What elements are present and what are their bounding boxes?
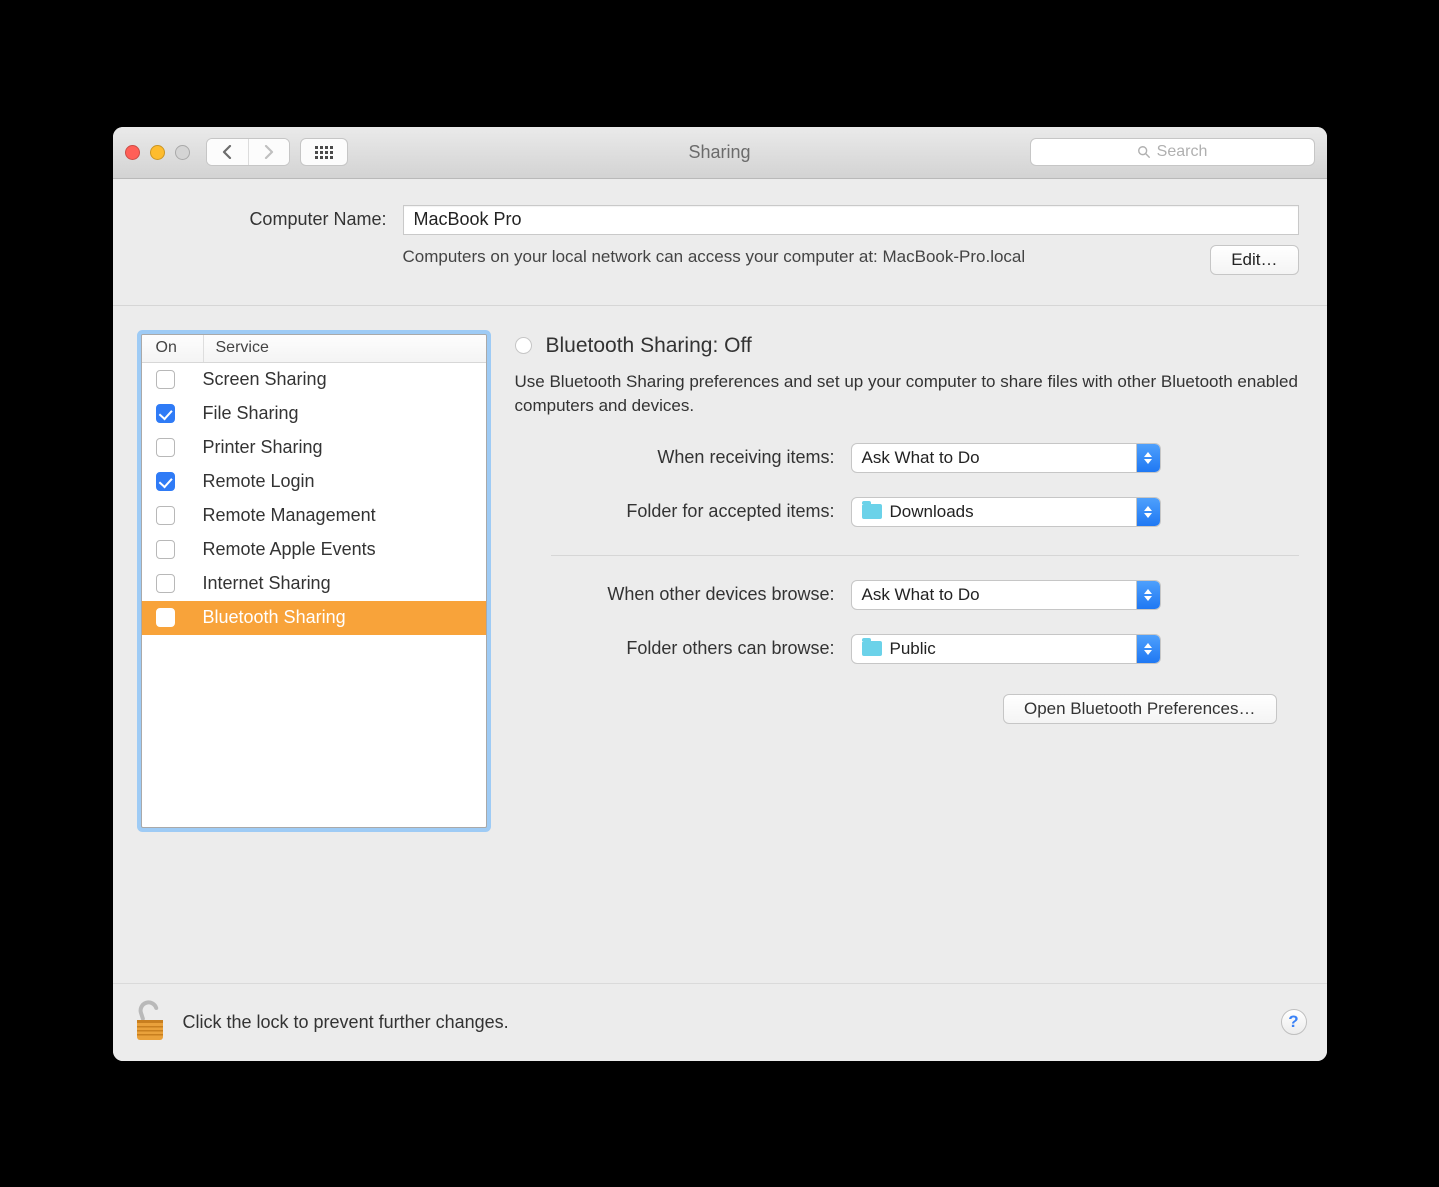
zoom-window-button — [175, 145, 190, 160]
browse-action-popup[interactable]: Ask What to Do — [851, 580, 1161, 610]
service-checkbox[interactable] — [156, 540, 175, 559]
traffic-lights — [125, 145, 190, 160]
column-header-service[interactable]: Service — [204, 335, 486, 362]
column-header-on[interactable]: On — [142, 335, 204, 362]
browse-action-value: Ask What to Do — [862, 585, 980, 605]
receiving-items-value: Ask What to Do — [862, 448, 980, 468]
service-checkbox[interactable] — [156, 506, 175, 525]
status-indicator-off — [515, 337, 532, 354]
detail-heading: Bluetooth Sharing: Off — [546, 334, 752, 358]
service-row[interactable]: Internet Sharing — [142, 567, 486, 601]
footer: Click the lock to prevent further change… — [113, 983, 1327, 1061]
service-checkbox[interactable] — [156, 438, 175, 457]
service-checkbox[interactable] — [156, 370, 175, 389]
computer-name-label: Computer Name: — [141, 209, 403, 230]
search-placeholder: Search — [1157, 143, 1208, 161]
popup-arrows-icon — [1136, 444, 1160, 472]
service-checkbox[interactable] — [156, 608, 175, 627]
nav-buttons — [206, 138, 290, 166]
service-row[interactable]: File Sharing — [142, 397, 486, 431]
titlebar: Sharing Search — [113, 127, 1327, 179]
browse-folder-popup[interactable]: Public — [851, 634, 1161, 664]
service-checkbox[interactable] — [156, 472, 175, 491]
popup-arrows-icon — [1136, 498, 1160, 526]
service-checkbox[interactable] — [156, 404, 175, 423]
edit-hostname-button[interactable]: Edit… — [1210, 245, 1298, 275]
service-name: Remote Apple Events — [203, 539, 376, 560]
browse-label: When other devices browse: — [515, 584, 851, 605]
service-row[interactable]: Screen Sharing — [142, 363, 486, 397]
service-row[interactable]: Bluetooth Sharing — [142, 601, 486, 635]
popup-arrows-icon — [1136, 635, 1160, 663]
back-button[interactable] — [207, 139, 248, 165]
forward-button — [248, 139, 289, 165]
unlocked-lock-icon[interactable] — [133, 1000, 167, 1044]
service-detail: Bluetooth Sharing: Off Use Bluetooth Sha… — [515, 334, 1299, 963]
folder-icon — [862, 641, 882, 656]
lock-message: Click the lock to prevent further change… — [183, 1012, 509, 1033]
browse-folder-label: Folder others can browse: — [515, 638, 851, 659]
service-name: Screen Sharing — [203, 369, 327, 390]
search-field[interactable]: Search — [1030, 138, 1315, 166]
computer-name-section: Computer Name: Computers on your local n… — [113, 179, 1327, 306]
accepted-folder-popup[interactable]: Downloads — [851, 497, 1161, 527]
services-list-header: On Service — [142, 335, 486, 363]
service-name: Internet Sharing — [203, 573, 331, 594]
minimize-window-button[interactable] — [150, 145, 165, 160]
open-bluetooth-prefs-button[interactable]: Open Bluetooth Preferences… — [1003, 694, 1277, 724]
accepted-folder-value: Downloads — [890, 502, 974, 522]
service-name: Remote Management — [203, 505, 376, 526]
close-window-button[interactable] — [125, 145, 140, 160]
help-button[interactable]: ? — [1281, 1009, 1307, 1035]
browse-folder-value: Public — [890, 639, 936, 659]
computer-name-description: Computers on your local network can acce… — [403, 245, 1191, 275]
main-section: On Service Screen Sharing File Sharing Pri… — [113, 306, 1327, 983]
separator — [551, 555, 1299, 556]
popup-arrows-icon — [1136, 581, 1160, 609]
folder-icon — [862, 504, 882, 519]
service-row[interactable]: Remote Apple Events — [142, 533, 486, 567]
chevron-left-icon — [222, 145, 233, 159]
service-row[interactable]: Remote Management — [142, 499, 486, 533]
service-row[interactable]: Remote Login — [142, 465, 486, 499]
services-list[interactable]: On Service Screen Sharing File Sharing Pri… — [141, 334, 487, 828]
service-name: Printer Sharing — [203, 437, 323, 458]
service-name: Bluetooth Sharing — [203, 607, 346, 628]
grid-icon — [315, 146, 333, 159]
receiving-items-popup[interactable]: Ask What to Do — [851, 443, 1161, 473]
receiving-items-label: When receiving items: — [515, 447, 851, 468]
service-checkbox[interactable] — [156, 574, 175, 593]
service-name: Remote Login — [203, 471, 315, 492]
service-name: File Sharing — [203, 403, 299, 424]
computer-name-input[interactable] — [403, 205, 1299, 235]
service-row[interactable]: Printer Sharing — [142, 431, 486, 465]
detail-description: Use Bluetooth Sharing preferences and se… — [515, 370, 1299, 419]
preferences-window: Sharing Search Computer Name: Computers … — [113, 127, 1327, 1061]
chevron-right-icon — [263, 145, 274, 159]
accepted-folder-label: Folder for accepted items: — [515, 501, 851, 522]
show-all-button[interactable] — [300, 138, 348, 166]
search-icon — [1137, 145, 1151, 159]
